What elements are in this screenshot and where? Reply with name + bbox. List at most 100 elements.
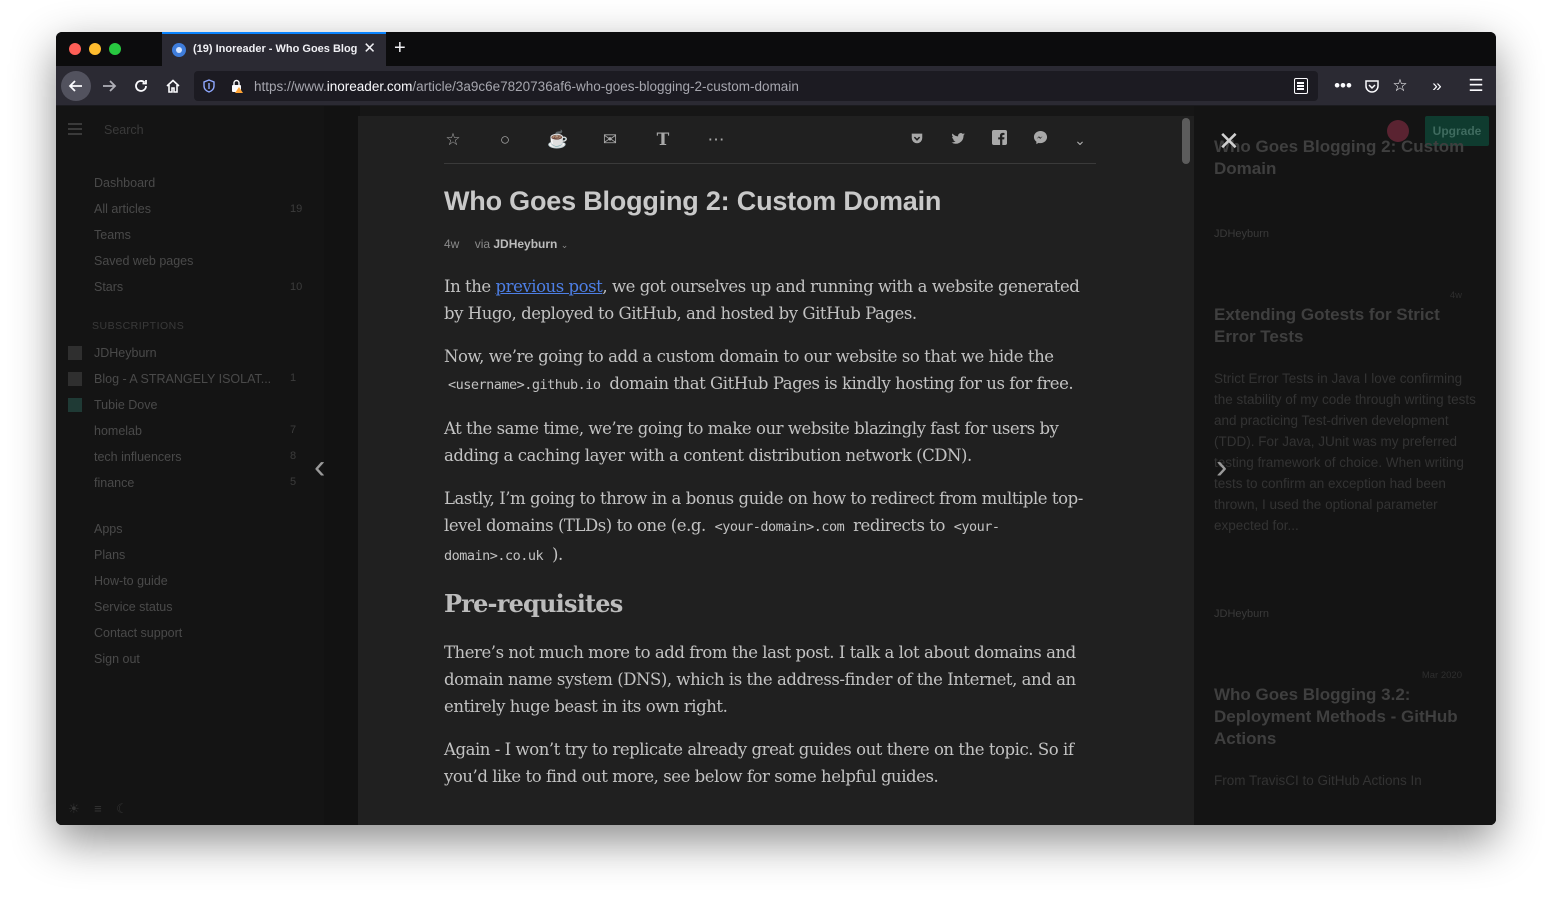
sidebar-item-teams[interactable]: Teams: [94, 228, 131, 242]
url-path: /article/3a9c6e7820736af6-who-goes-blogg…: [412, 79, 799, 94]
reader-view-icon[interactable]: [1294, 78, 1308, 94]
previous-post-link[interactable]: previous post: [496, 277, 603, 296]
article-title[interactable]: Who Goes Blogging 2: Custom Domain: [444, 186, 1096, 217]
browser-tab[interactable]: (19) Inoreader - Who Goes Blog ✕: [162, 32, 386, 66]
feed-icon: [68, 346, 82, 360]
sidebar-link-how-to-guide[interactable]: How-to guide: [94, 574, 168, 588]
new-tab-button[interactable]: +: [394, 37, 406, 59]
article-card[interactable]: Extending Gotests for Strict Error Tests…: [1214, 304, 1484, 536]
zoom-window-button[interactable]: [109, 43, 121, 55]
messenger-icon[interactable]: [1029, 130, 1051, 150]
list-icon[interactable]: ≡: [94, 801, 102, 816]
text: In the: [444, 277, 496, 296]
close-reader-icon[interactable]: ✕: [1218, 128, 1240, 154]
lock-warning-icon[interactable]: [230, 79, 244, 93]
article-body: In the previous post, we got ourselves u…: [444, 273, 1096, 790]
text-icon[interactable]: T: [652, 130, 674, 150]
next-article-arrow-icon[interactable]: ›: [1216, 450, 1227, 484]
bookmark-star-icon[interactable]: ☆: [1387, 71, 1413, 101]
url-prefix: https://www.: [254, 79, 327, 94]
feed-item[interactable]: Blog - A STRANGELY ISOLAT... 1: [68, 370, 324, 390]
text: Now, we’re going to add a custom domain …: [444, 347, 1054, 366]
feed-count: 8: [290, 450, 297, 462]
feed-item[interactable]: JDHeyburn: [68, 344, 324, 364]
feed-label: Blog - A STRANGELY ISOLAT...: [94, 372, 272, 386]
text: domain that GitHub Pages is kindly hosti…: [604, 374, 1074, 393]
more-icon[interactable]: ⋯: [705, 130, 727, 150]
menu-icon[interactable]: [68, 123, 82, 125]
inline-code: <username>.github.io: [448, 377, 601, 393]
article-author[interactable]: JDHeyburn: [493, 237, 557, 251]
arrow-left-icon: [68, 80, 82, 92]
sidebar-item-all-articles[interactable]: All articles: [94, 202, 151, 216]
pocket-icon[interactable]: [906, 130, 928, 150]
circle-icon[interactable]: ○: [494, 130, 516, 150]
chevron-down-icon[interactable]: ⌄: [1069, 130, 1091, 150]
tab-close-icon[interactable]: ✕: [363, 41, 376, 57]
sidebar-item-stars[interactable]: Stars: [94, 280, 123, 294]
star-icon[interactable]: ☆: [442, 130, 464, 150]
sun-icon[interactable]: ☀: [68, 801, 80, 816]
moon-icon[interactable]: ☾: [116, 801, 128, 816]
arrow-right-icon: [103, 80, 117, 92]
pocket-toolbar-icon[interactable]: [1359, 71, 1385, 101]
more-actions-icon[interactable]: •••: [1330, 71, 1356, 101]
home-button[interactable]: [158, 71, 188, 101]
card-title: Extending Gotests for Strict Error Tests: [1214, 305, 1440, 346]
card-body: Strict Error Tests in Java I love confir…: [1214, 371, 1476, 533]
twitter-icon[interactable]: [947, 130, 969, 150]
url-text[interactable]: https://www.inoreader.com/article/3a9c6e…: [254, 79, 799, 94]
feed-label: finance: [94, 476, 135, 490]
card-author: JDHeyburn: [1214, 608, 1270, 620]
feed-label: Tubie Dove: [94, 398, 158, 412]
mail-icon[interactable]: ✉: [599, 130, 621, 150]
close-window-button[interactable]: [69, 43, 81, 55]
reload-button[interactable]: [126, 71, 156, 101]
tab-title: (19) Inoreader - Who Goes Blog: [193, 43, 358, 55]
article-list-column: [324, 106, 360, 825]
author-chevron-icon[interactable]: ⌄: [561, 240, 569, 250]
text: ).: [547, 545, 563, 564]
article-reader-modal: ☆ ○ ☕ ✉ T ⋯ ⌄ Who Goes Blogging 2: Custo…: [358, 116, 1194, 825]
sidebar-link-apps[interactable]: Apps: [94, 522, 123, 536]
sidebar-link-contact-support[interactable]: Contact support: [94, 626, 182, 640]
hamburger-menu-icon[interactable]: ☰: [1463, 71, 1489, 101]
card-title: Who Goes Blogging 3.2: Deployment Method…: [1214, 685, 1458, 748]
minimize-window-button[interactable]: [89, 43, 101, 55]
inoreader-favicon-icon: [172, 43, 186, 57]
feed-icon: [68, 398, 82, 412]
reader-scrollbar[interactable]: [1182, 118, 1190, 164]
article-card[interactable]: Who Goes Blogging 3.2: Deployment Method…: [1214, 684, 1484, 791]
twitter-bird-icon: [951, 133, 965, 144]
article-meta: 4w via JDHeyburn ⌄: [444, 237, 1096, 251]
forward-button[interactable]: [94, 71, 124, 101]
back-button[interactable]: [61, 71, 91, 101]
home-icon: [166, 79, 180, 93]
card-date: Mar 2020: [1421, 670, 1462, 681]
facebook-icon[interactable]: [988, 130, 1010, 150]
sidebar-link-sign-out[interactable]: Sign out: [94, 652, 140, 666]
tracking-shield-icon[interactable]: [202, 79, 216, 93]
sidebar: Search Dashboard All articles 19 Teams S…: [56, 106, 324, 825]
navigation-bar: https://www.inoreader.com/article/3a9c6e…: [56, 66, 1496, 106]
sidebar-link-plans[interactable]: Plans: [94, 548, 125, 562]
sidebar-item-dashboard[interactable]: Dashboard: [94, 176, 155, 190]
feed-item[interactable]: finance 5: [68, 474, 324, 494]
subscriptions-heading: SUBSCRIPTIONS: [92, 320, 185, 332]
previous-article-arrow-icon[interactable]: ‹: [314, 450, 325, 484]
article-list-panel: Upgrade Who Goes Blogging 2: Custom Doma…: [1194, 106, 1496, 825]
tab-bar: (19) Inoreader - Who Goes Blog ✕ +: [56, 32, 1496, 66]
feed-item[interactable]: Tubie Dove: [68, 396, 324, 416]
messenger-bubble-icon: [1033, 130, 1047, 145]
search-input[interactable]: Search: [104, 123, 144, 137]
coffee-icon[interactable]: ☕: [547, 130, 569, 150]
sidebar-item-saved-web-pages[interactable]: Saved web pages: [94, 254, 193, 268]
overflow-menu-icon[interactable]: »: [1424, 71, 1450, 101]
sidebar-link-service-status[interactable]: Service status: [94, 600, 173, 614]
feed-item[interactable]: tech influencers 8: [68, 448, 324, 468]
url-bar[interactable]: https://www.inoreader.com/article/3a9c6e…: [194, 71, 1318, 101]
article-card[interactable]: Who Goes Blogging 2: Custom Domain: [1214, 136, 1484, 180]
paragraph: At the same time, we’re going to make ou…: [444, 419, 1059, 465]
feed-count: 1: [290, 372, 297, 384]
feed-item[interactable]: homelab 7: [68, 422, 324, 442]
